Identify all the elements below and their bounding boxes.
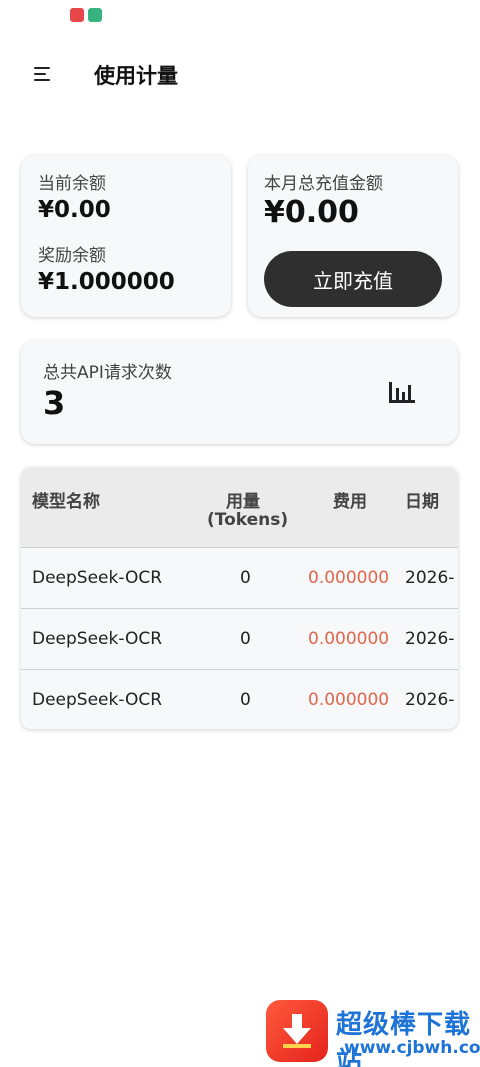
- table-row: DeepSeek-OCR 0 0.000000 2026-: [21, 608, 458, 669]
- monthly-recharge-value: ¥0.00: [264, 195, 359, 230]
- recharge-now-button[interactable]: 立即充值: [264, 251, 442, 307]
- reward-balance-value: ¥1.000000: [38, 269, 175, 295]
- model-name-cell: DeepSeek-OCR: [32, 568, 163, 588]
- date-cell: 2026-: [405, 690, 455, 710]
- top-app-bar: 使用计量: [0, 52, 480, 96]
- balance-card: 当前余额 ¥0.00 奖励余额 ¥1.000000: [21, 155, 231, 317]
- site-watermark: 超级棒下载站 www.cjbwh.com: [266, 998, 480, 1067]
- tokens-cell: 0: [240, 629, 251, 649]
- model-name-cell: DeepSeek-OCR: [32, 690, 163, 710]
- column-header-model: 模型名称: [32, 492, 100, 512]
- table-row: DeepSeek-OCR 0 0.000000 2026-: [21, 669, 458, 729]
- model-name-cell: DeepSeek-OCR: [32, 629, 163, 649]
- usage-table: 模型名称 用量 (Tokens) 费用 日期 DeepSeek-OCR 0 0.…: [21, 467, 458, 729]
- table-header: 模型名称 用量 (Tokens) 费用 日期: [21, 467, 458, 547]
- monthly-recharge-card: 本月总充值金额 ¥0.00 立即充值: [248, 155, 458, 317]
- menu-icon[interactable]: [30, 62, 56, 86]
- current-balance-value: ¥0.00: [38, 197, 111, 223]
- current-balance-label: 当前余额: [38, 174, 106, 194]
- cost-cell: 0.000000: [308, 690, 390, 710]
- tokens-cell: 0: [240, 568, 251, 588]
- cost-cell: 0.000000: [308, 629, 390, 649]
- api-requests-label: 总共API请求次数: [43, 363, 172, 383]
- date-cell: 2026-: [405, 568, 455, 588]
- page-title: 使用计量: [94, 64, 178, 88]
- column-header-usage-unit: (Tokens): [207, 510, 289, 530]
- reward-balance-label: 奖励余额: [38, 246, 106, 266]
- column-header-cost: 费用: [333, 492, 367, 512]
- bar-chart-icon[interactable]: [388, 380, 416, 404]
- monthly-recharge-label: 本月总充值金额: [264, 174, 383, 194]
- date-cell: 2026-: [405, 629, 455, 649]
- app-notification-icon: [88, 8, 102, 22]
- cost-cell: 0.000000: [308, 568, 390, 588]
- table-row: DeepSeek-OCR 0 0.000000 2026-: [21, 547, 458, 608]
- column-header-usage: 用量: [226, 492, 260, 512]
- api-requests-card[interactable]: 总共API请求次数 3: [21, 340, 458, 444]
- api-requests-value: 3: [43, 384, 66, 422]
- download-logo-icon: [266, 1000, 328, 1062]
- column-header-date: 日期: [405, 492, 439, 512]
- app-notification-icon: [70, 8, 84, 22]
- status-bar-app-icons: [70, 8, 102, 22]
- tokens-cell: 0: [240, 690, 251, 710]
- watermark-url: www.cjbwh.com: [344, 1038, 480, 1058]
